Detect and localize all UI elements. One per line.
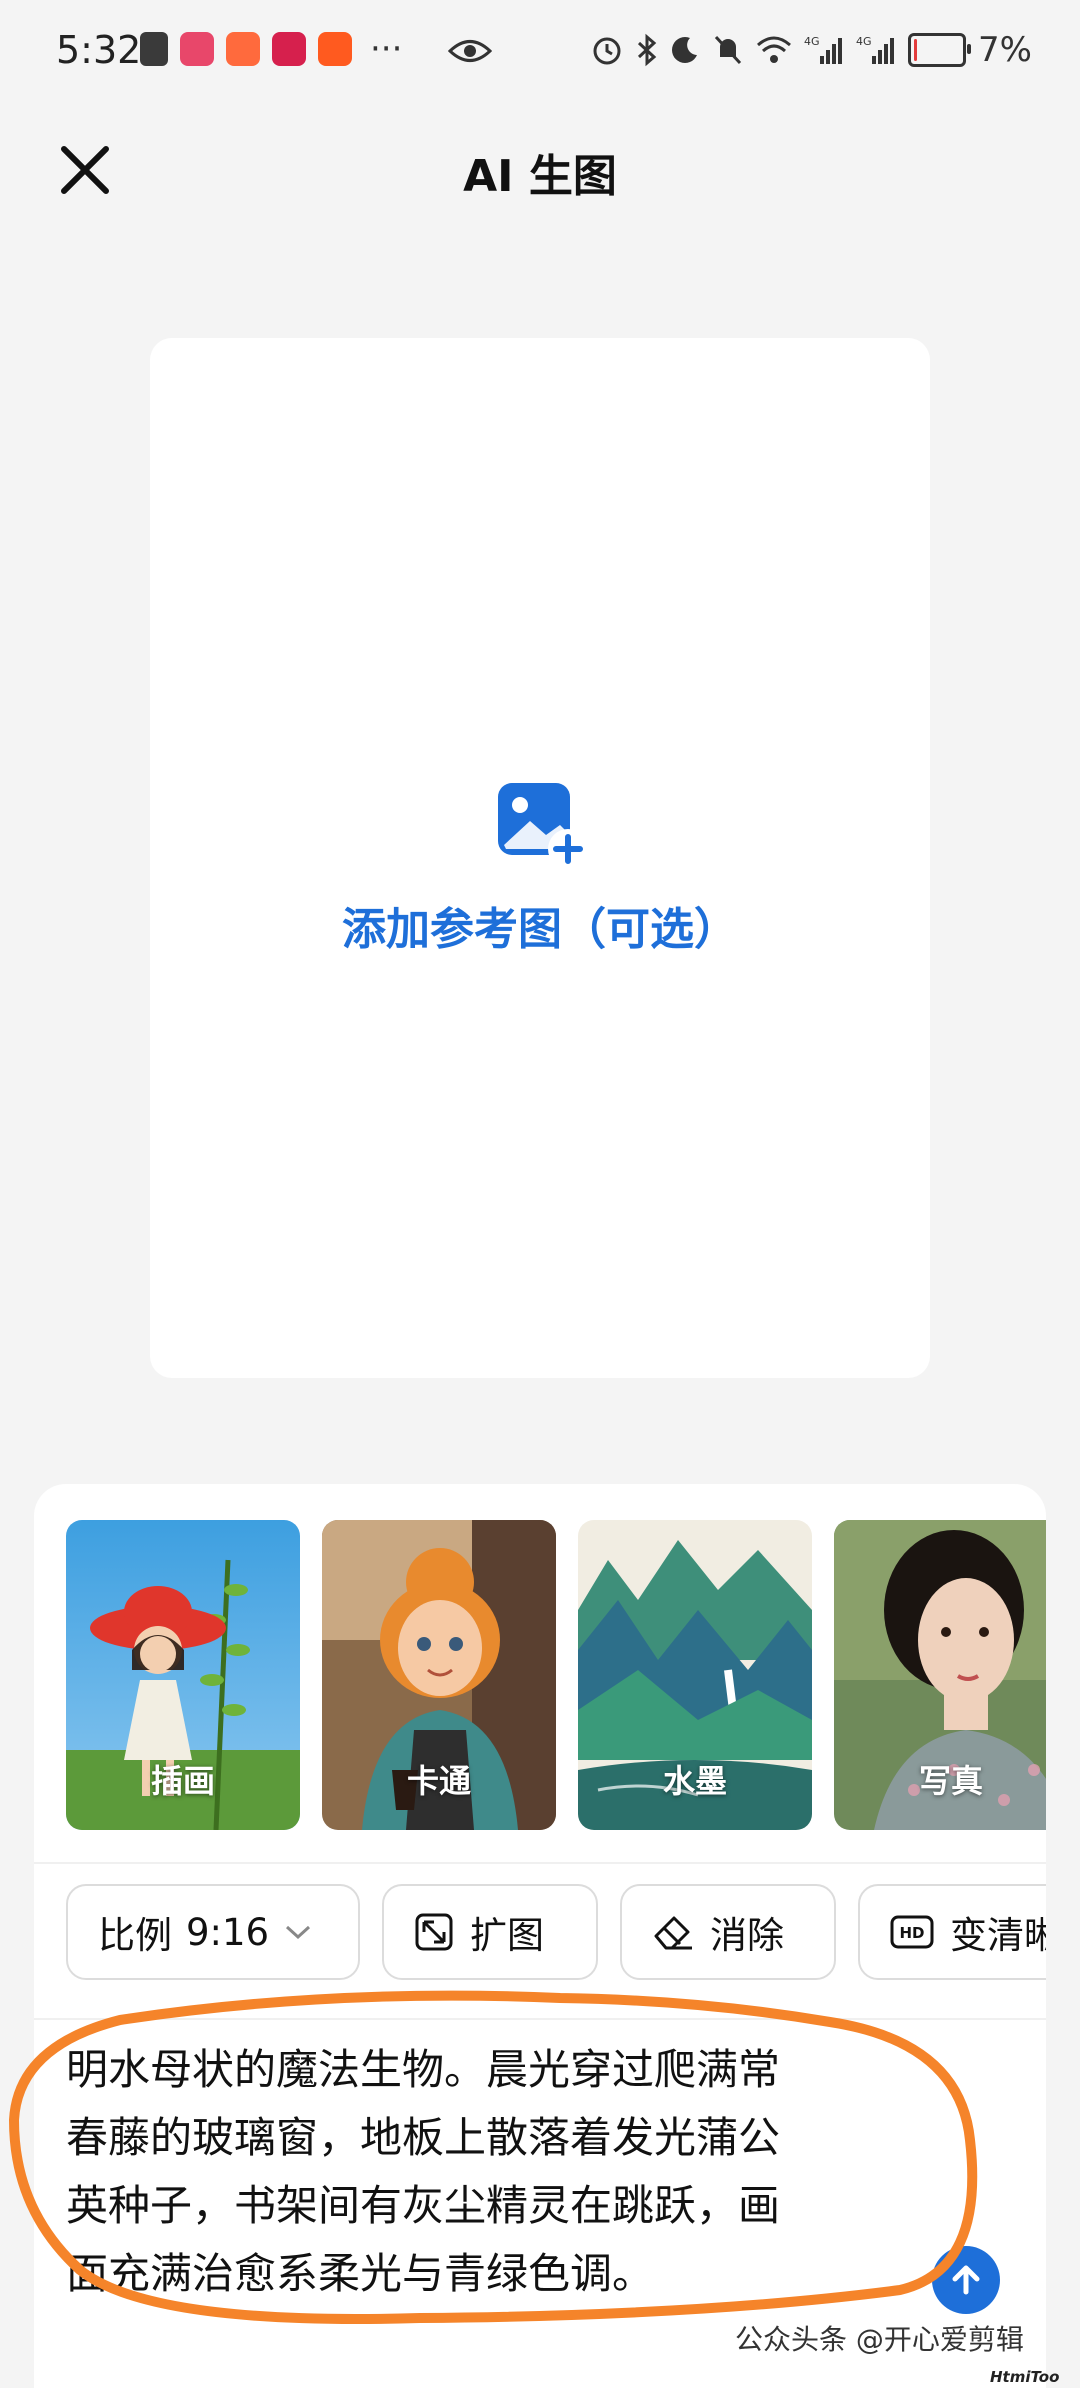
wifi-icon bbox=[757, 36, 792, 63]
more-notifications-icon: ··· bbox=[370, 29, 403, 69]
battery-icon bbox=[908, 33, 972, 67]
style-illustration-label: 插画 bbox=[150, 1762, 215, 1800]
generation-panel: 插画 卡通 水墨 写真 比例 9:16 扩图 消除 HD 变清晰 明水母状的魔法… bbox=[34, 1484, 1046, 2388]
prompt-line: 明水母状的魔法生物。晨光穿过爬满常 bbox=[66, 2045, 781, 2094]
prompt-line: 面充满治愈系柔光与青绿色调。 bbox=[66, 2249, 655, 2298]
battery-percent: 7% bbox=[978, 30, 1032, 70]
status-time: 5:32 bbox=[56, 28, 142, 72]
eye-icon bbox=[448, 40, 492, 62]
status-bar: 5:32 ··· 4G 4G 7% bbox=[0, 0, 1080, 110]
prompt-input[interactable]: 明水母状的魔法生物。晨光穿过爬满常 春藤的玻璃窗，地板上散落着发光蒲公 英种子，… bbox=[66, 2036, 926, 2308]
add-reference-image-button[interactable]: 添加参考图（可选） bbox=[150, 338, 930, 1378]
system-status: 4G 4G 7% bbox=[590, 30, 1032, 70]
tool-bar: 比例 9:16 扩图 消除 HD 变清晰 bbox=[66, 1884, 1046, 1980]
style-ink-wash[interactable]: 水墨 bbox=[578, 1520, 812, 1830]
divider bbox=[34, 1862, 1046, 1864]
ratio-label: 比例 bbox=[98, 1914, 172, 1957]
video-app-icon bbox=[226, 32, 260, 66]
enhance-label: 变清晰 bbox=[950, 1914, 1046, 1957]
network-type-2: 4G bbox=[856, 35, 872, 48]
mute-bell-icon bbox=[714, 35, 742, 65]
ratio-value: 9:16 bbox=[186, 1910, 270, 1954]
erase-button[interactable]: 消除 bbox=[620, 1884, 836, 1980]
hd-icon: HD bbox=[890, 1915, 934, 1949]
prompt-line: 春藤的玻璃窗，地板上散落着发光蒲公 bbox=[66, 2113, 781, 2162]
page-title: AI 生图 bbox=[463, 151, 617, 202]
style-illustration[interactable]: 插画 bbox=[66, 1520, 300, 1830]
send-button[interactable] bbox=[932, 2246, 1000, 2314]
expand-label: 扩图 bbox=[470, 1914, 544, 1957]
bluetooth-icon bbox=[638, 33, 657, 67]
enhance-button[interactable]: HD 变清晰 bbox=[858, 1884, 1046, 1980]
divider bbox=[34, 2018, 1046, 2020]
signal-icon-2: 4G bbox=[856, 35, 895, 64]
expand-image-button[interactable]: 扩图 bbox=[382, 1884, 598, 1980]
add-reference-image-label: 添加参考图（可选） bbox=[342, 904, 738, 955]
watermark-small: HtmiToo bbox=[990, 2368, 1060, 2386]
chevron-down-icon bbox=[286, 1925, 311, 1940]
style-portrait-label: 写真 bbox=[918, 1762, 983, 1800]
battery-fill bbox=[914, 39, 918, 61]
moon-icon bbox=[672, 37, 698, 63]
prompt-line: 英种子，书架间有灰尘精灵在跳跃，画 bbox=[66, 2181, 781, 2230]
watermark: 公众头条 @开心爱剪辑 bbox=[735, 2323, 1024, 2356]
style-ink-wash-label: 水墨 bbox=[662, 1762, 727, 1800]
alarm-icon bbox=[593, 37, 621, 65]
eraser-icon bbox=[654, 1916, 692, 1950]
arrow-up-icon bbox=[952, 2265, 980, 2295]
signal-icon-1: 4G bbox=[804, 35, 843, 64]
erase-label: 消除 bbox=[710, 1914, 784, 1957]
ratio-select[interactable]: 比例 9:16 bbox=[66, 1884, 360, 1980]
bag-app-icon bbox=[140, 32, 168, 66]
style-portrait[interactable]: 写真 bbox=[834, 1520, 1046, 1830]
tmall-app-icon bbox=[272, 32, 306, 66]
expand-icon bbox=[415, 1913, 453, 1951]
shopping-app-icon bbox=[180, 32, 214, 66]
notification-icons: ··· bbox=[140, 32, 402, 66]
style-cartoon[interactable]: 卡通 bbox=[322, 1520, 556, 1830]
svg-text:HD: HD bbox=[899, 1924, 924, 1942]
add-image-icon bbox=[498, 783, 588, 869]
taobao-app-icon bbox=[318, 32, 352, 66]
network-type-1: 4G bbox=[804, 35, 820, 48]
style-selector: 插画 卡通 水墨 写真 bbox=[66, 1520, 1046, 1830]
style-cartoon-label: 卡通 bbox=[406, 1762, 471, 1800]
